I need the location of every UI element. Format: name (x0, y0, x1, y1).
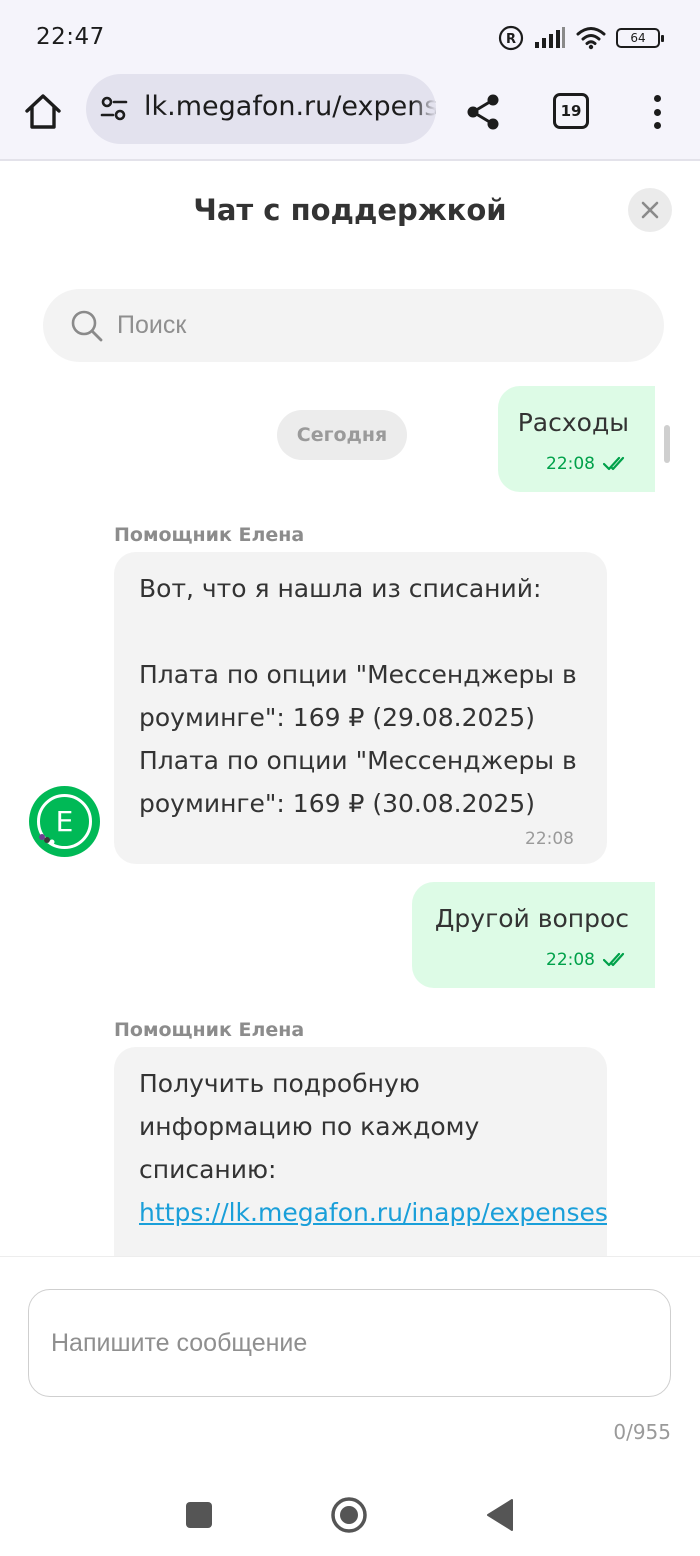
message-input[interactable] (28, 1289, 671, 1397)
browser-toolbar: lk.megafon.ru/expenses 19 (0, 74, 700, 161)
dot (653, 108, 661, 116)
dot (653, 122, 661, 129)
status-time: 22:47 (36, 24, 105, 50)
share-icon[interactable] (462, 91, 504, 133)
message-time: 22:08 (546, 950, 595, 970)
message-link[interactable]: https://lk.megafon.ru/inapp/expenses (139, 1198, 607, 1227)
more-vert-icon[interactable] (640, 92, 674, 132)
message-text: Получить подробную информацию по каждому… (139, 1069, 488, 1184)
close-icon (641, 201, 659, 219)
tabs-button[interactable]: 19 (553, 93, 589, 129)
message-incoming[interactable]: Вот, что я нашла из списаний: Плата по о… (114, 552, 607, 864)
search-input[interactable] (117, 289, 637, 362)
avatar: Е (29, 786, 100, 857)
sender-name: Помощник Елена (114, 1019, 305, 1041)
close-button[interactable] (628, 188, 672, 232)
address-bar[interactable]: lk.megafon.ru/expenses (86, 74, 436, 144)
chat-title: Чат с поддержкой (193, 193, 507, 227)
url-text: lk.megafon.ru/expenses (144, 91, 436, 122)
registered-icon: R (498, 25, 524, 51)
system-nav-bar (0, 1476, 700, 1556)
status-bar: 22:47 R 64 (0, 0, 700, 76)
double-check-icon (603, 952, 625, 967)
search-box[interactable] (43, 289, 664, 362)
message-text: Вот, что я нашла из списаний: Плата по о… (139, 574, 577, 818)
char-counter: 0/955 (613, 1420, 671, 1444)
circle-icon[interactable] (327, 1492, 371, 1536)
message-text-block: Получить подробную информацию по каждому… (139, 1062, 607, 1234)
status-icons: R 64 (498, 24, 664, 52)
tune-icon[interactable] (100, 96, 128, 122)
message-time: 22:08 (525, 829, 574, 849)
message-meta: 22:08 (546, 950, 629, 970)
battery-indicator: 64 (616, 28, 664, 48)
day-separator: Сегодня (277, 410, 407, 460)
message-outgoing[interactable]: Другой вопрос 22:08 (412, 882, 655, 988)
dot (653, 95, 661, 102)
square-icon[interactable] (177, 1492, 221, 1536)
scrollbar[interactable] (664, 425, 670, 463)
triangle-back-icon[interactable] (478, 1492, 522, 1536)
sender-name: Помощник Елена (114, 524, 305, 546)
typing-dots-icon (39, 834, 55, 845)
double-check-icon (603, 456, 625, 471)
signal-icon (535, 27, 565, 48)
search-icon (71, 310, 103, 342)
message-text: Другой вопрос (434, 904, 629, 933)
home-icon[interactable] (22, 90, 64, 132)
message-text: Расходы (517, 408, 629, 437)
avatar-letter: Е (55, 805, 74, 838)
message-meta: 22:08 (546, 454, 629, 474)
message-outgoing[interactable]: Расходы 22:08 (498, 386, 655, 492)
svg-text:R: R (506, 32, 516, 47)
url-fade (412, 74, 436, 144)
composer: 0/955 (0, 1256, 700, 1476)
wifi-icon (576, 27, 606, 50)
message-time: 22:08 (546, 454, 595, 474)
